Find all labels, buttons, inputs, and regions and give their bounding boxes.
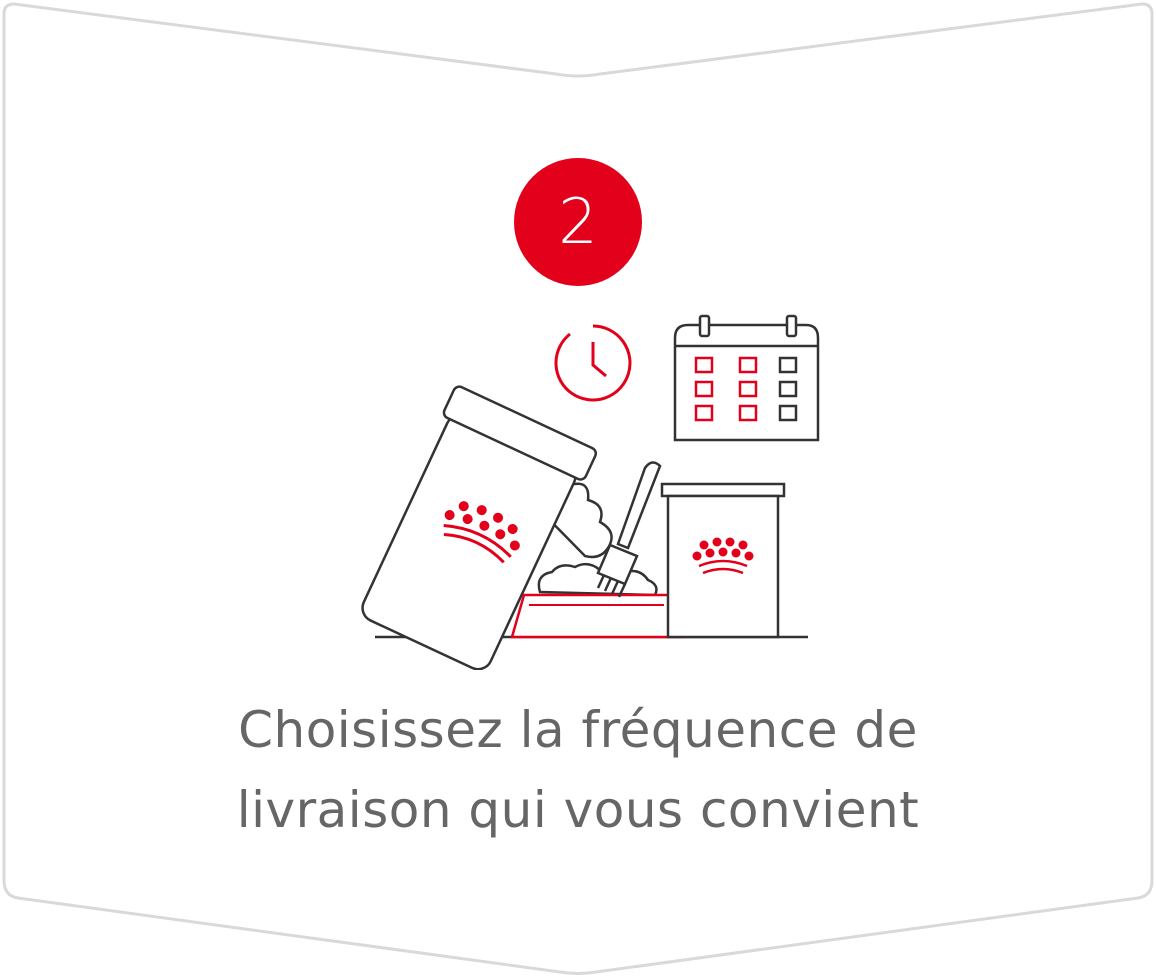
caption-line-1: Choisissez la fréquence de bbox=[238, 701, 918, 759]
food-can-icon bbox=[660, 482, 786, 639]
calendar-icon bbox=[673, 314, 820, 442]
step-caption: Choisissez la fréquence de livraison qui… bbox=[178, 690, 978, 850]
food-bowl-icon bbox=[510, 562, 684, 639]
delivery-illustration bbox=[361, 314, 820, 670]
caption-line-2: livraison qui vous convient bbox=[236, 781, 920, 839]
clock-icon bbox=[554, 324, 632, 402]
step-number-badge: 2 bbox=[514, 158, 642, 286]
